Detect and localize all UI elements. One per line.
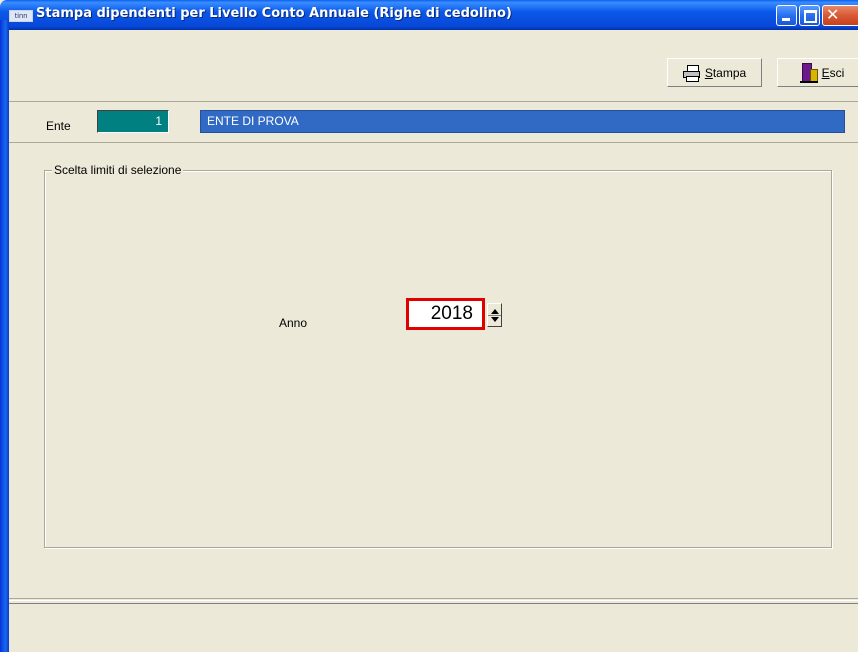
ente-row: Ente 1 ENTE DI PROVA [9,102,858,143]
stampa-button[interactable]: Stampa [667,58,762,87]
selection-limits-group: Scelta limiti di selezione [44,163,832,548]
ente-label: Ente [46,119,71,133]
ente-name-field: ENTE DI PROVA [200,110,845,133]
anno-input[interactable]: 2018 [406,298,485,330]
ente-code-field[interactable]: 1 [97,110,169,133]
spin-down-icon[interactable] [491,317,499,322]
minimize-button[interactable] [776,5,797,26]
spin-up-icon[interactable] [491,309,499,314]
printer-icon [682,64,701,82]
anno-spinner[interactable] [487,303,502,327]
anno-label: Anno [279,316,308,330]
close-icon: ✕ [826,5,840,24]
separator [9,598,858,601]
maximize-button[interactable] [799,5,820,26]
app-icon: tinn [9,10,33,22]
group-title: Scelta limiti di selezione [52,163,184,177]
esci-button[interactable]: Esci [777,58,858,87]
exit-door-icon [799,62,818,83]
window-left-border [0,20,9,652]
app-window: tinn Stampa dipendenti per Livello Conto… [0,0,858,652]
stampa-label: Stampa [704,65,747,80]
title-bar[interactable]: tinn Stampa dipendenti per Livello Conto… [0,0,858,30]
close-button[interactable]: ✕ [822,5,858,26]
window-title: Stampa dipendenti per Livello Conto Annu… [36,6,512,21]
esci-label: Esci [821,65,845,80]
status-bar [9,603,858,652]
toolbar: Stampa Esci [9,30,858,102]
